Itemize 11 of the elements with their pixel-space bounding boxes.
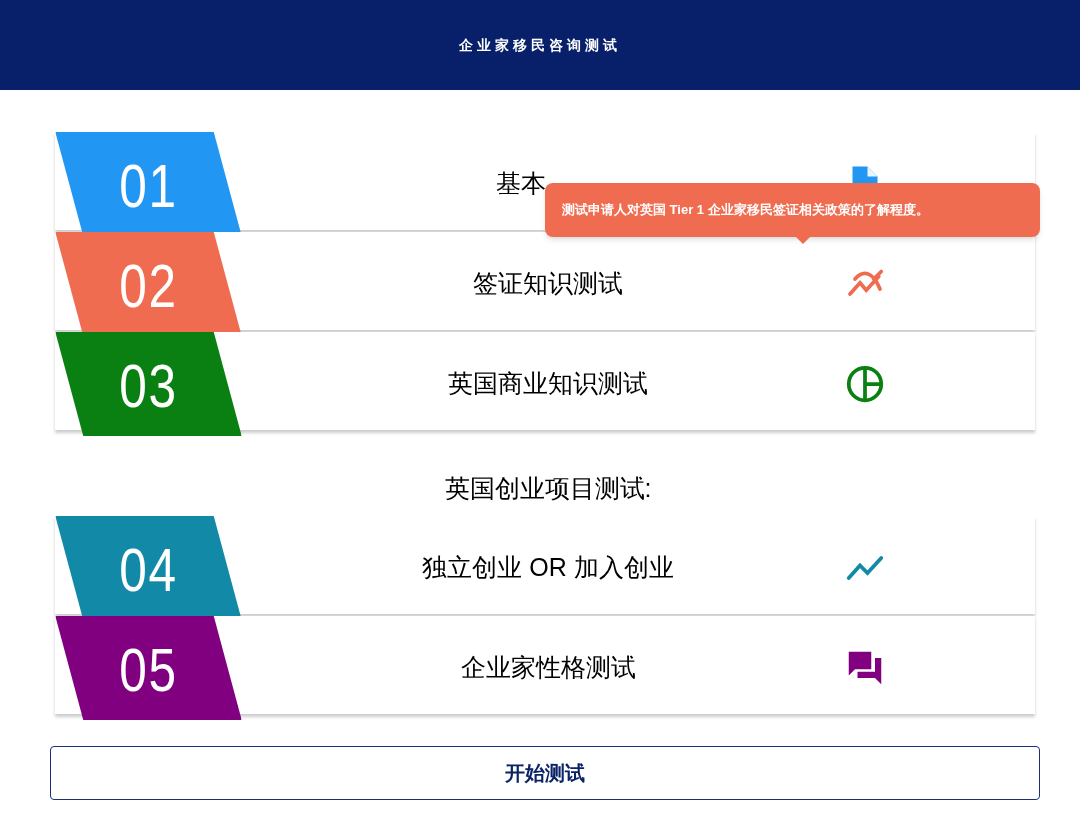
tooltip-arrow-icon xyxy=(795,236,811,244)
step-label: 签证知识测试 xyxy=(472,268,624,300)
step-label: 独立创业 OR 加入创业 xyxy=(421,552,675,584)
page-title: 企业家移民咨询测试 xyxy=(459,35,621,55)
section-heading: 英国创业项目测试: xyxy=(443,473,653,505)
tooltip: 测试申请人对英国 Tier 1 企业家移民签证相关政策的了解程度。 xyxy=(545,183,1040,237)
pie-chart-icon xyxy=(845,364,885,404)
step-label: 企业家性格测试 xyxy=(459,652,637,684)
step-label: 英国商业知识测试 xyxy=(447,368,649,400)
start-button[interactable]: 开始测试 xyxy=(50,746,1040,800)
step-label: 基本 xyxy=(495,168,547,200)
